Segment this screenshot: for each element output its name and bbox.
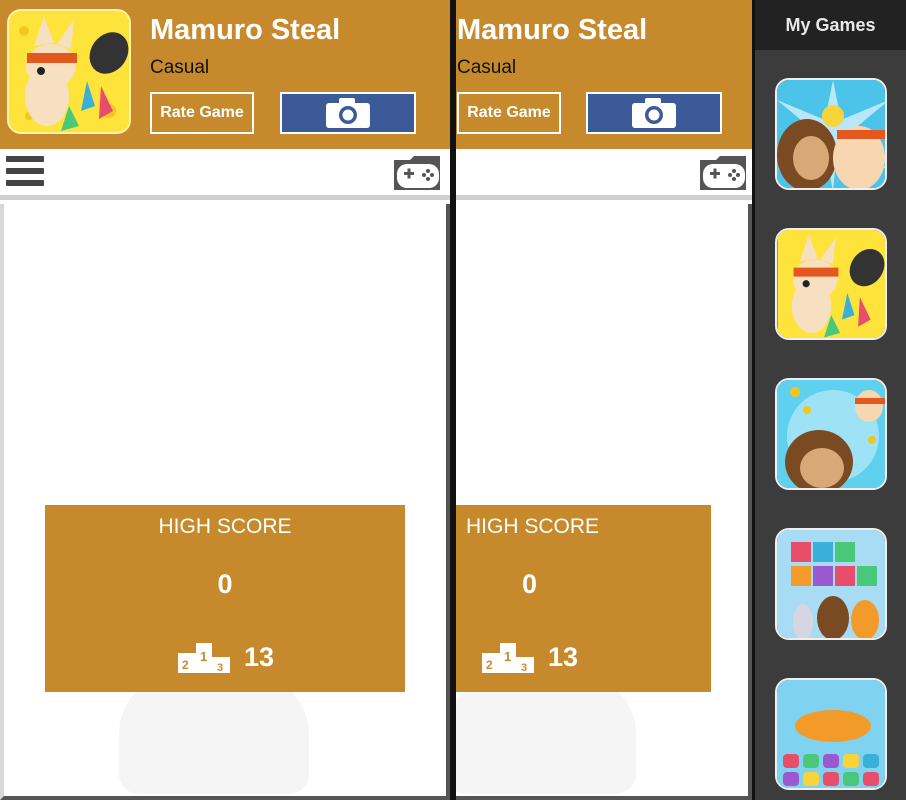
svg-text:2: 2 <box>182 658 189 672</box>
sidebar-title: My Games <box>755 0 906 50</box>
rate-game-button[interactable]: Rate Game <box>457 92 561 134</box>
svg-text:1: 1 <box>200 649 207 664</box>
camera-icon <box>326 98 370 128</box>
share-screenshot-button[interactable] <box>586 92 722 134</box>
candy-icon <box>777 680 885 788</box>
high-score-card: HIGH SCORE 0 2 1 3 13 <box>456 505 711 692</box>
game-category: Casual <box>150 57 210 78</box>
podium-icon: 2 1 3 <box>177 643 230 674</box>
game-title: Mamuro Steal <box>457 14 648 46</box>
rank-row: 2 1 3 13 <box>45 639 405 675</box>
game-detail-pane: Mamuro Steal Casual Rate Game HIGH SCORE… <box>0 0 450 800</box>
monkey-watermark-icon <box>456 674 636 794</box>
camera-icon <box>632 98 676 128</box>
svg-text:3: 3 <box>217 662 223 674</box>
my-games-sidebar: My Games <box>755 0 906 800</box>
game-header: Mamuro Steal Casual Rate Game <box>0 0 450 149</box>
monkey-coins-icon <box>777 380 885 488</box>
game-tile-mamuro-steal[interactable] <box>775 228 887 340</box>
high-score-value: 0 <box>217 569 233 599</box>
game-header: Mamuro Steal Casual Rate Game <box>456 0 752 149</box>
game-tile-monkey-vs-rabbit[interactable] <box>775 78 887 190</box>
high-score-label: HIGH SCORE <box>466 515 600 538</box>
game-content-area <box>0 204 450 800</box>
game-category: Casual <box>457 57 517 78</box>
rank-row: 2 1 3 13 <box>456 639 711 675</box>
game-tile-pet-link[interactable] <box>775 528 887 640</box>
games-folder-icon[interactable] <box>698 154 750 194</box>
game-title: Mamuro Steal <box>150 14 341 46</box>
monkey-vs-rabbit-icon <box>777 80 885 188</box>
mamuro-steal-icon <box>777 230 885 338</box>
svg-text:2: 2 <box>486 658 493 672</box>
game-tile-candy[interactable] <box>775 678 887 790</box>
svg-text:1: 1 <box>504 649 511 664</box>
game-content-area <box>456 204 752 800</box>
podium-icon: 2 1 3 <box>482 643 534 674</box>
app-screen: Mamuro Steal Casual Rate Game HIGH SCORE… <box>0 0 906 800</box>
high-score-card: HIGH SCORE 0 2 1 3 13 <box>45 505 405 692</box>
game-detail-pane-shifted: Mamuro Steal Casual Rate Game HIGH SCORE… <box>456 0 752 800</box>
pet-link-icon <box>777 530 885 638</box>
share-screenshot-button[interactable] <box>280 92 416 134</box>
games-folder-icon[interactable] <box>392 154 444 194</box>
high-score-label: HIGH SCORE <box>158 515 292 538</box>
rank-value: 13 <box>243 641 275 672</box>
game-tile-monkey-coins[interactable] <box>775 378 887 490</box>
rate-game-button[interactable]: Rate Game <box>150 92 254 134</box>
monkey-watermark-icon <box>119 674 309 794</box>
svg-text:3: 3 <box>521 662 527 674</box>
high-score-value: 0 <box>522 569 538 599</box>
menu-icon[interactable] <box>6 156 44 190</box>
rank-value: 13 <box>548 641 579 672</box>
toolbar <box>0 149 450 200</box>
mamuro-steal-app-icon <box>7 9 131 134</box>
toolbar <box>456 149 752 200</box>
